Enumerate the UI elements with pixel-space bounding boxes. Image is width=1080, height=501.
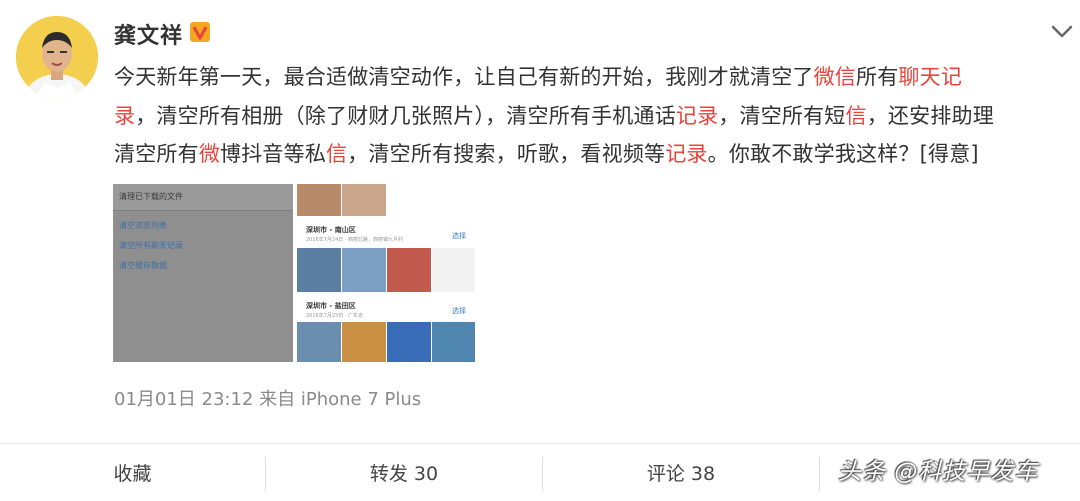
album-select-link: 选择	[452, 307, 466, 315]
verified-v-icon	[190, 22, 210, 42]
post-device[interactable]: iPhone 7 Plus	[301, 389, 421, 410]
keyword-link[interactable]: 聊天记	[898, 65, 962, 89]
photo-thumb	[432, 322, 475, 362]
post-image-album-screenshot[interactable]: 深圳市 - 南山区 2016年7月24日 · 西丽北路，西丽镇九月村 选择 深圳…	[297, 184, 475, 362]
settings-header: 清理已下载的文件	[113, 184, 293, 211]
chevron-down-icon[interactable]	[1050, 24, 1074, 40]
photo-thumb	[432, 248, 475, 292]
settings-option: 清空所有聊天记录	[119, 241, 183, 250]
divider	[0, 443, 1080, 444]
post-text-segment: 。你敢不敢学我这样？[得意]	[707, 142, 979, 166]
post-text-line: 今天新年第一天，最合适做清空动作，让自己有新的开始，我刚才就清空了微信所有聊天记	[114, 58, 1064, 97]
photo-thumb	[387, 322, 431, 362]
keyword-link[interactable]: 微信	[814, 65, 856, 89]
settings-option: 清空缓存数据	[119, 261, 167, 270]
album-location: 深圳市 - 南山区	[306, 226, 356, 234]
post-text-segment: 博抖音等私	[220, 142, 327, 166]
keyword-link[interactable]: 记录	[676, 104, 718, 128]
photo-thumb	[297, 322, 341, 362]
post-text: 今天新年第一天，最合适做清空动作，让自己有新的开始，我刚才就清空了微信所有聊天记…	[114, 58, 1064, 174]
keyword-link[interactable]: 信	[326, 142, 347, 166]
keyword-link[interactable]: 记录	[665, 142, 707, 166]
photo-thumb	[297, 184, 341, 216]
photo-thumb	[342, 248, 386, 292]
post-text-line: 录，清空所有相册（除了财财几张照片），清空所有手机通话记录，清空所有短信，还安排…	[114, 97, 1064, 136]
settings-option: 清空浏览列表	[119, 221, 167, 230]
repost-button[interactable]: 转发 30	[266, 456, 542, 492]
post-image-settings-screenshot[interactable]: 清理已下载的文件 清空浏览列表 清空所有聊天记录 清空缓存数据	[113, 184, 293, 362]
comment-button[interactable]: 评论 38	[543, 456, 819, 492]
post-text-segment: ，清空所有相册（除了财财几张照片），清空所有手机通话	[135, 103, 676, 128]
album-sublocation: 2016年7月25日 · 广东省	[306, 313, 364, 319]
settings-header-label: 清理已下载的文件	[119, 192, 183, 201]
post-meta: 01月01日 23:12 来自 iPhone 7 Plus	[114, 385, 421, 411]
username[interactable]: 龚文祥	[114, 18, 183, 50]
post-text-segment: ，还安排助理	[866, 103, 994, 128]
post-text-segment: ，清空所有短	[718, 103, 846, 128]
watermark: 头条 @科技早发车	[838, 459, 1039, 485]
photo-thumb	[342, 322, 386, 362]
album-select-link: 选择	[452, 232, 466, 240]
photo-thumb	[387, 248, 431, 292]
post-text-line: 清空所有微博抖音等私信，清空所有搜索，听歌，看视频等记录。你敢不敢学我这样？[得…	[114, 135, 1064, 174]
keyword-link[interactable]: 微	[199, 142, 220, 166]
keyword-link[interactable]: 信	[846, 104, 867, 128]
post-text-segment: ，清空所有搜索，听歌，看视频等	[347, 142, 666, 166]
post-text-segment: 清空所有	[114, 142, 199, 166]
keyword-link[interactable]: 录	[114, 104, 135, 128]
album-sublocation: 2016年7月24日 · 西丽北路，西丽镇九月村	[306, 237, 404, 243]
photo-thumb	[297, 248, 341, 292]
favorite-button[interactable]: 收藏	[0, 456, 265, 492]
album-location: 深圳市 - 盐田区	[306, 302, 356, 310]
action-separator	[819, 457, 820, 491]
post-text-segment: 所有	[856, 65, 899, 89]
post-text-segment: 今天新年第一天，最合适做清空动作，让自己有新的开始，我刚才就清空了	[114, 65, 814, 89]
post-timestamp: 01月01日 23:12	[114, 389, 254, 410]
avatar[interactable]	[16, 16, 98, 98]
post-source-label: 来自	[259, 389, 296, 410]
photo-thumb	[342, 184, 386, 216]
